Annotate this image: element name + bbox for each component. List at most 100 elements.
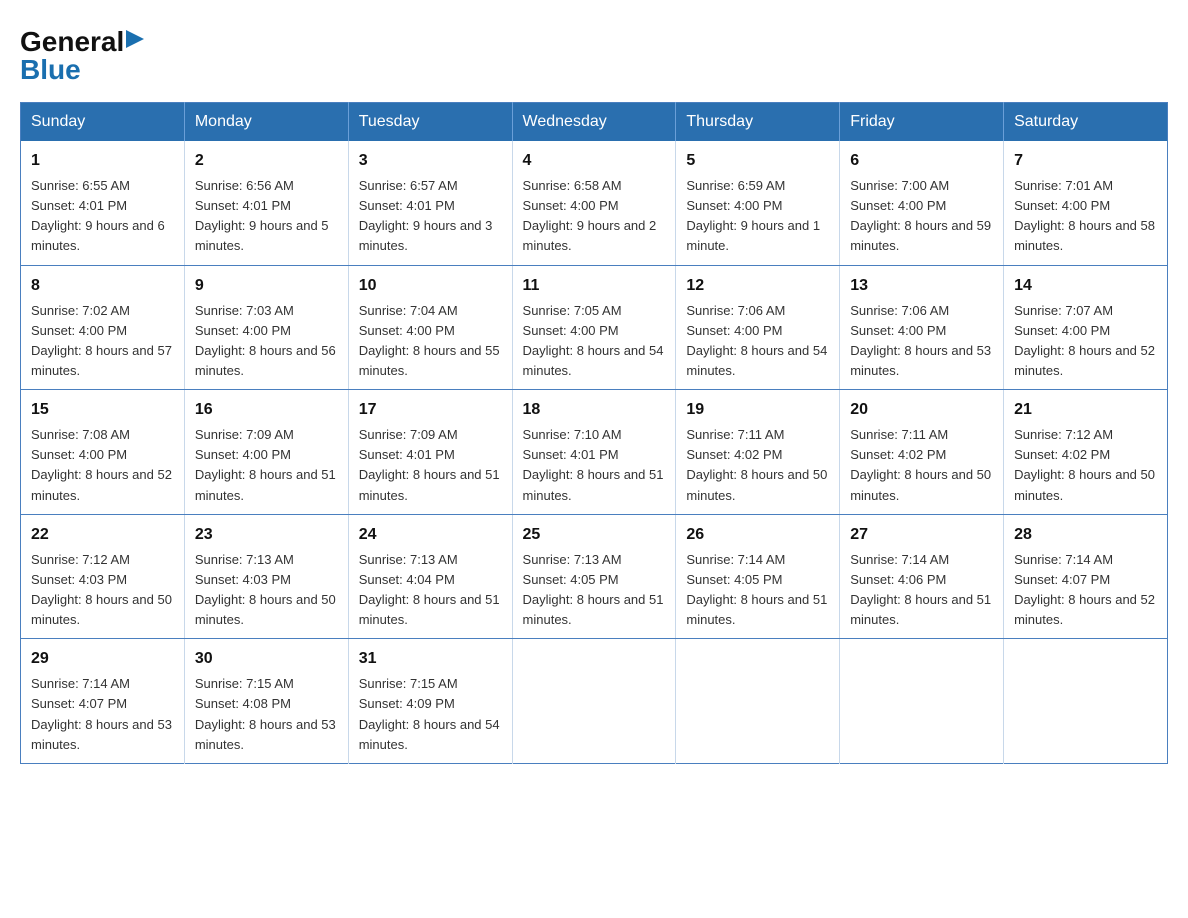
day-info: Sunrise: 7:12 AMSunset: 4:03 PMDaylight:…	[31, 552, 172, 627]
day-number: 10	[359, 274, 502, 298]
logo-blue: Blue	[20, 56, 144, 84]
day-number: 24	[359, 523, 502, 547]
calendar-table: SundayMondayTuesdayWednesdayThursdayFrid…	[20, 102, 1168, 764]
day-number: 18	[523, 398, 666, 422]
day-info: Sunrise: 6:55 AMSunset: 4:01 PMDaylight:…	[31, 178, 165, 253]
day-info: Sunrise: 7:09 AMSunset: 4:01 PMDaylight:…	[359, 427, 500, 502]
header-tuesday: Tuesday	[348, 103, 512, 142]
empty-cell	[1004, 639, 1168, 764]
day-cell-28: 28Sunrise: 7:14 AMSunset: 4:07 PMDayligh…	[1004, 514, 1168, 639]
day-cell-15: 15Sunrise: 7:08 AMSunset: 4:00 PMDayligh…	[21, 390, 185, 515]
day-number: 19	[686, 398, 829, 422]
day-cell-26: 26 Sunrise: 7:14 AMSunset: 4:05 PMDayligh…	[676, 514, 840, 639]
day-number: 9	[195, 274, 338, 298]
day-cell-7: 7 Sunrise: 7:01 AMSunset: 4:00 PMDaylight…	[1004, 141, 1168, 265]
day-info: Sunrise: 7:13 AMSunset: 4:04 PMDaylight:…	[359, 552, 500, 627]
header-sunday: Sunday	[21, 103, 185, 142]
day-cell-21: 21 Sunrise: 7:12 AMSunset: 4:02 PMDayligh…	[1004, 390, 1168, 515]
day-cell-20: 20 Sunrise: 7:11 AMSunset: 4:02 PMDayligh…	[840, 390, 1004, 515]
day-info: Sunrise: 7:07 AMSunset: 4:00 PMDaylight:…	[1014, 303, 1155, 378]
day-number: 26	[686, 523, 829, 547]
week-row-4: 22Sunrise: 7:12 AMSunset: 4:03 PMDayligh…	[21, 514, 1168, 639]
day-cell-10: 10Sunrise: 7:04 AMSunset: 4:00 PMDayligh…	[348, 265, 512, 390]
day-info: Sunrise: 7:15 AMSunset: 4:08 PMDaylight:…	[195, 676, 336, 751]
day-cell-2: 2Sunrise: 6:56 AMSunset: 4:01 PMDaylight…	[184, 141, 348, 265]
day-info: Sunrise: 7:06 AMSunset: 4:00 PMDaylight:…	[686, 303, 827, 378]
day-cell-6: 6 Sunrise: 7:00 AMSunset: 4:00 PMDaylight…	[840, 141, 1004, 265]
day-number: 4	[523, 149, 666, 173]
day-cell-1: 1 Sunrise: 6:55 AMSunset: 4:01 PMDaylight…	[21, 141, 185, 265]
day-number: 31	[359, 647, 502, 671]
day-info: Sunrise: 7:02 AMSunset: 4:00 PMDaylight:…	[31, 303, 172, 378]
day-number: 28	[1014, 523, 1157, 547]
week-row-3: 15Sunrise: 7:08 AMSunset: 4:00 PMDayligh…	[21, 390, 1168, 515]
day-cell-24: 24 Sunrise: 7:13 AMSunset: 4:04 PMDayligh…	[348, 514, 512, 639]
header-thursday: Thursday	[676, 103, 840, 142]
day-info: Sunrise: 7:14 AMSunset: 4:05 PMDaylight:…	[686, 552, 827, 627]
day-cell-31: 31 Sunrise: 7:15 AMSunset: 4:09 PMDayligh…	[348, 639, 512, 764]
day-info: Sunrise: 7:00 AMSunset: 4:00 PMDaylight:…	[850, 178, 991, 253]
logo-triangle-icon	[126, 30, 144, 48]
day-info: Sunrise: 6:58 AMSunset: 4:00 PMDaylight:…	[523, 178, 657, 253]
day-info: Sunrise: 7:11 AMSunset: 4:02 PMDaylight:…	[850, 427, 991, 502]
day-cell-5: 5Sunrise: 6:59 AMSunset: 4:00 PMDaylight…	[676, 141, 840, 265]
day-number: 2	[195, 149, 338, 173]
day-info: Sunrise: 7:14 AMSunset: 4:07 PMDaylight:…	[31, 676, 172, 751]
day-number: 13	[850, 274, 993, 298]
day-info: Sunrise: 7:12 AMSunset: 4:02 PMDaylight:…	[1014, 427, 1155, 502]
day-number: 8	[31, 274, 174, 298]
day-cell-23: 23 Sunrise: 7:13 AMSunset: 4:03 PMDayligh…	[184, 514, 348, 639]
day-cell-14: 14 Sunrise: 7:07 AMSunset: 4:00 PMDayligh…	[1004, 265, 1168, 390]
day-number: 30	[195, 647, 338, 671]
day-number: 21	[1014, 398, 1157, 422]
day-cell-29: 29 Sunrise: 7:14 AMSunset: 4:07 PMDayligh…	[21, 639, 185, 764]
day-number: 20	[850, 398, 993, 422]
day-cell-4: 4 Sunrise: 6:58 AMSunset: 4:00 PMDaylight…	[512, 141, 676, 265]
day-info: Sunrise: 6:57 AMSunset: 4:01 PMDaylight:…	[359, 178, 493, 253]
day-cell-9: 9 Sunrise: 7:03 AMSunset: 4:00 PMDaylight…	[184, 265, 348, 390]
day-cell-18: 18Sunrise: 7:10 AMSunset: 4:01 PMDayligh…	[512, 390, 676, 515]
day-number: 11	[523, 274, 666, 298]
day-number: 29	[31, 647, 174, 671]
day-number: 25	[523, 523, 666, 547]
logo-general: General	[20, 28, 124, 56]
header-wednesday: Wednesday	[512, 103, 676, 142]
day-cell-25: 25 Sunrise: 7:13 AMSunset: 4:05 PMDayligh…	[512, 514, 676, 639]
header-friday: Friday	[840, 103, 1004, 142]
day-cell-27: 27 Sunrise: 7:14 AMSunset: 4:06 PMDayligh…	[840, 514, 1004, 639]
day-info: Sunrise: 7:13 AMSunset: 4:05 PMDaylight:…	[523, 552, 664, 627]
day-info: Sunrise: 7:15 AMSunset: 4:09 PMDaylight:…	[359, 676, 500, 751]
day-info: Sunrise: 7:14 AMSunset: 4:06 PMDaylight:…	[850, 552, 991, 627]
day-info: Sunrise: 7:03 AMSunset: 4:00 PMDaylight:…	[195, 303, 336, 378]
day-number: 15	[31, 398, 174, 422]
day-number: 12	[686, 274, 829, 298]
day-cell-11: 11 Sunrise: 7:05 AMSunset: 4:00 PMDayligh…	[512, 265, 676, 390]
day-cell-8: 8 Sunrise: 7:02 AMSunset: 4:00 PMDaylight…	[21, 265, 185, 390]
day-number: 3	[359, 149, 502, 173]
day-info: Sunrise: 7:11 AMSunset: 4:02 PMDaylight:…	[686, 427, 827, 502]
week-row-5: 29 Sunrise: 7:14 AMSunset: 4:07 PMDayligh…	[21, 639, 1168, 764]
day-info: Sunrise: 7:05 AMSunset: 4:00 PMDaylight:…	[523, 303, 664, 378]
day-number: 1	[31, 149, 174, 173]
empty-cell	[512, 639, 676, 764]
day-number: 17	[359, 398, 502, 422]
day-cell-13: 13 Sunrise: 7:06 AMSunset: 4:00 PMDayligh…	[840, 265, 1004, 390]
day-cell-22: 22Sunrise: 7:12 AMSunset: 4:03 PMDayligh…	[21, 514, 185, 639]
header: General Blue	[20, 20, 1168, 84]
day-number: 27	[850, 523, 993, 547]
logo: General Blue	[20, 28, 144, 84]
day-cell-3: 3 Sunrise: 6:57 AMSunset: 4:01 PMDaylight…	[348, 141, 512, 265]
day-number: 14	[1014, 274, 1157, 298]
day-number: 6	[850, 149, 993, 173]
day-number: 23	[195, 523, 338, 547]
day-cell-19: 19 Sunrise: 7:11 AMSunset: 4:02 PMDayligh…	[676, 390, 840, 515]
day-number: 7	[1014, 149, 1157, 173]
day-info: Sunrise: 7:09 AMSunset: 4:00 PMDaylight:…	[195, 427, 336, 502]
empty-cell	[676, 639, 840, 764]
header-saturday: Saturday	[1004, 103, 1168, 142]
empty-cell	[840, 639, 1004, 764]
day-cell-12: 12 Sunrise: 7:06 AMSunset: 4:00 PMDayligh…	[676, 265, 840, 390]
day-info: Sunrise: 7:01 AMSunset: 4:00 PMDaylight:…	[1014, 178, 1155, 253]
day-info: Sunrise: 7:13 AMSunset: 4:03 PMDaylight:…	[195, 552, 336, 627]
day-info: Sunrise: 7:06 AMSunset: 4:00 PMDaylight:…	[850, 303, 991, 378]
